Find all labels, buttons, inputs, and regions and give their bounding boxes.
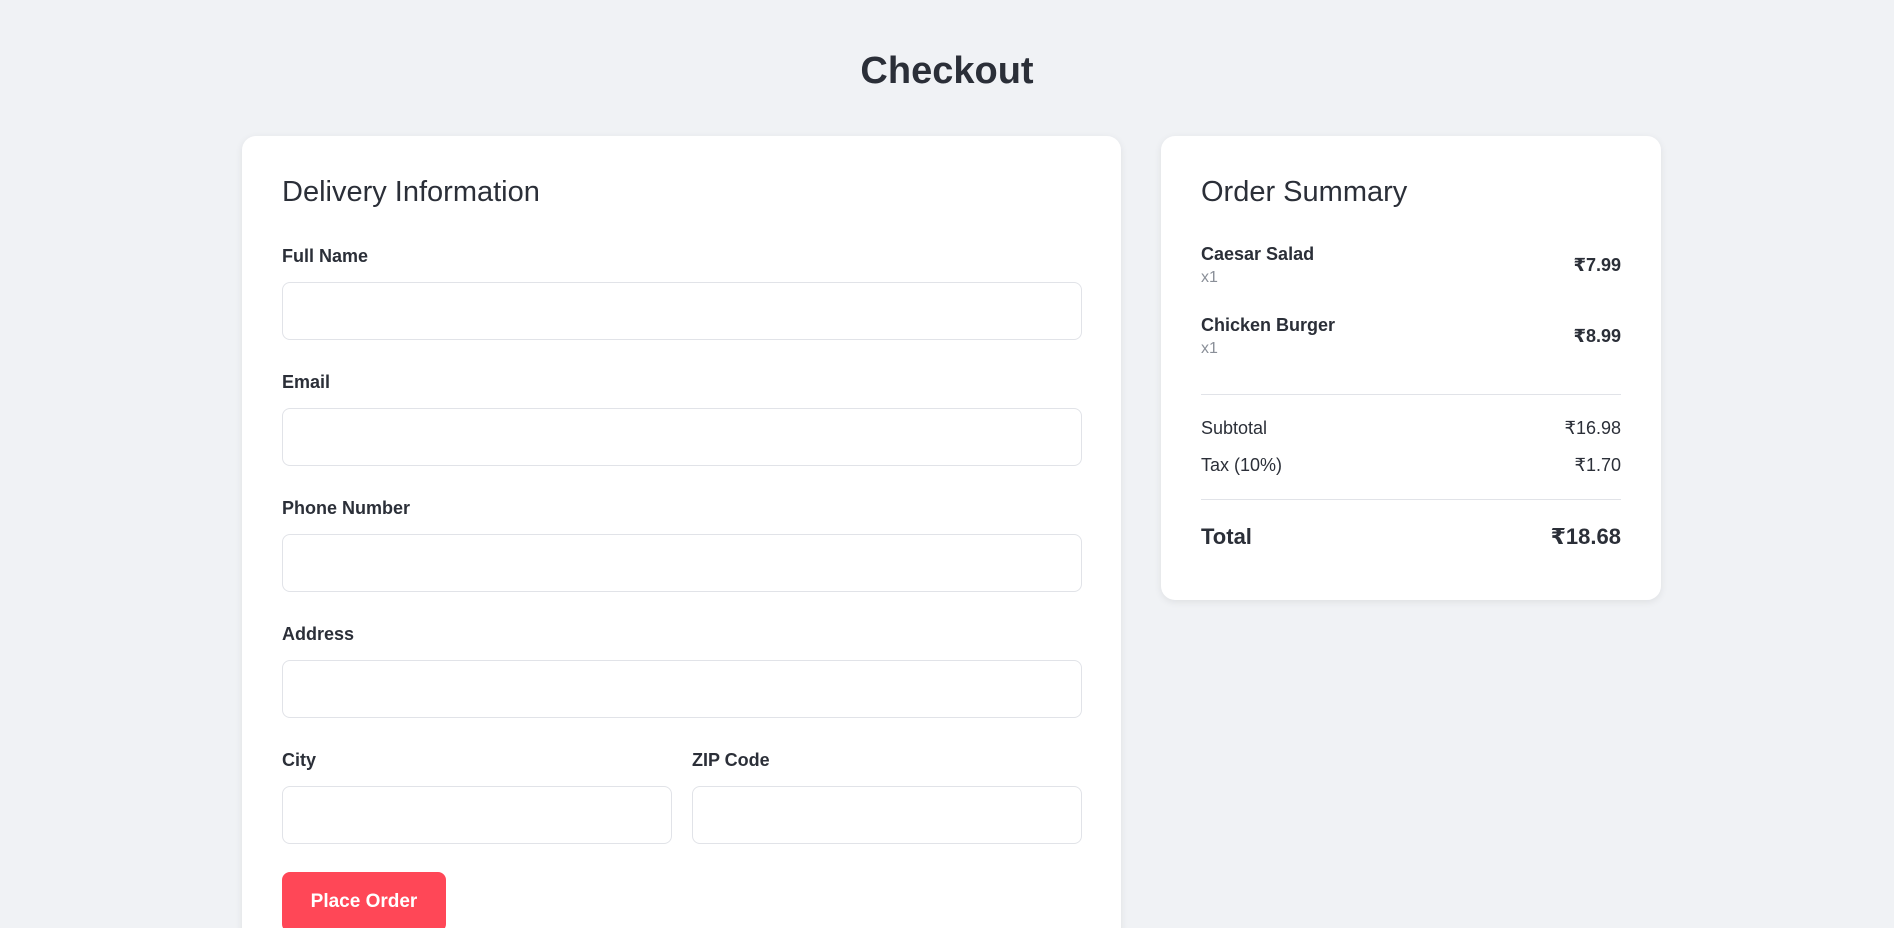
address-input[interactable] [282, 660, 1082, 718]
full-name-group: Full Name [282, 246, 1082, 340]
subtotal-label: Subtotal [1201, 418, 1268, 438]
item-price: ₹7.99 [1573, 255, 1621, 275]
item-qty: x1 [1201, 269, 1218, 286]
tax-row: Tax (10%) ₹1.70 [1201, 455, 1621, 476]
order-item: Chicken Burger x1 ₹8.99 [1201, 315, 1621, 358]
city-input[interactable] [282, 786, 672, 844]
subtotal-row: Subtotal ₹16.98 [1201, 418, 1621, 439]
order-item: Caesar Salad x1 ₹7.99 [1201, 244, 1621, 287]
order-summary-card: Order Summary Caesar Salad x1 ₹7.99 Chic… [1161, 136, 1661, 600]
zip-label: ZIP Code [692, 750, 770, 770]
full-name-input[interactable] [282, 282, 1082, 340]
phone-group: Phone Number [282, 498, 1082, 592]
address-label: Address [282, 624, 355, 644]
full-name-label: Full Name [282, 246, 369, 266]
divider [1201, 394, 1621, 395]
item-price: ₹8.99 [1573, 326, 1621, 346]
address-group: Address [282, 624, 1082, 718]
divider [1201, 499, 1621, 500]
total-value: ₹18.68 [1550, 524, 1621, 549]
email-input[interactable] [282, 408, 1082, 466]
phone-label: Phone Number [282, 498, 411, 518]
item-name: Chicken Burger [1201, 315, 1336, 335]
page-title: Checkout [860, 50, 1034, 92]
total-row: Total ₹18.68 [1201, 524, 1621, 550]
tax-value: ₹1.70 [1574, 455, 1622, 475]
zip-input[interactable] [692, 786, 1082, 844]
delivery-heading: Delivery Information [282, 176, 540, 208]
item-name: Caesar Salad [1201, 244, 1315, 264]
tax-label: Tax (10%) [1201, 455, 1283, 475]
total-label: Total [1201, 524, 1252, 549]
item-qty: x1 [1201, 340, 1218, 357]
email-label: Email [282, 372, 331, 392]
delivery-card: Delivery Information Full Name Email Pho… [242, 136, 1121, 928]
city-group: City [282, 750, 672, 844]
subtotal-value: ₹16.98 [1564, 418, 1622, 438]
summary-heading: Order Summary [1201, 176, 1408, 208]
phone-input[interactable] [282, 534, 1082, 592]
city-label: City [282, 750, 317, 770]
place-order-button[interactable]: Place Order [282, 872, 446, 928]
zip-group: ZIP Code [692, 750, 1082, 844]
email-group: Email [282, 372, 1082, 466]
